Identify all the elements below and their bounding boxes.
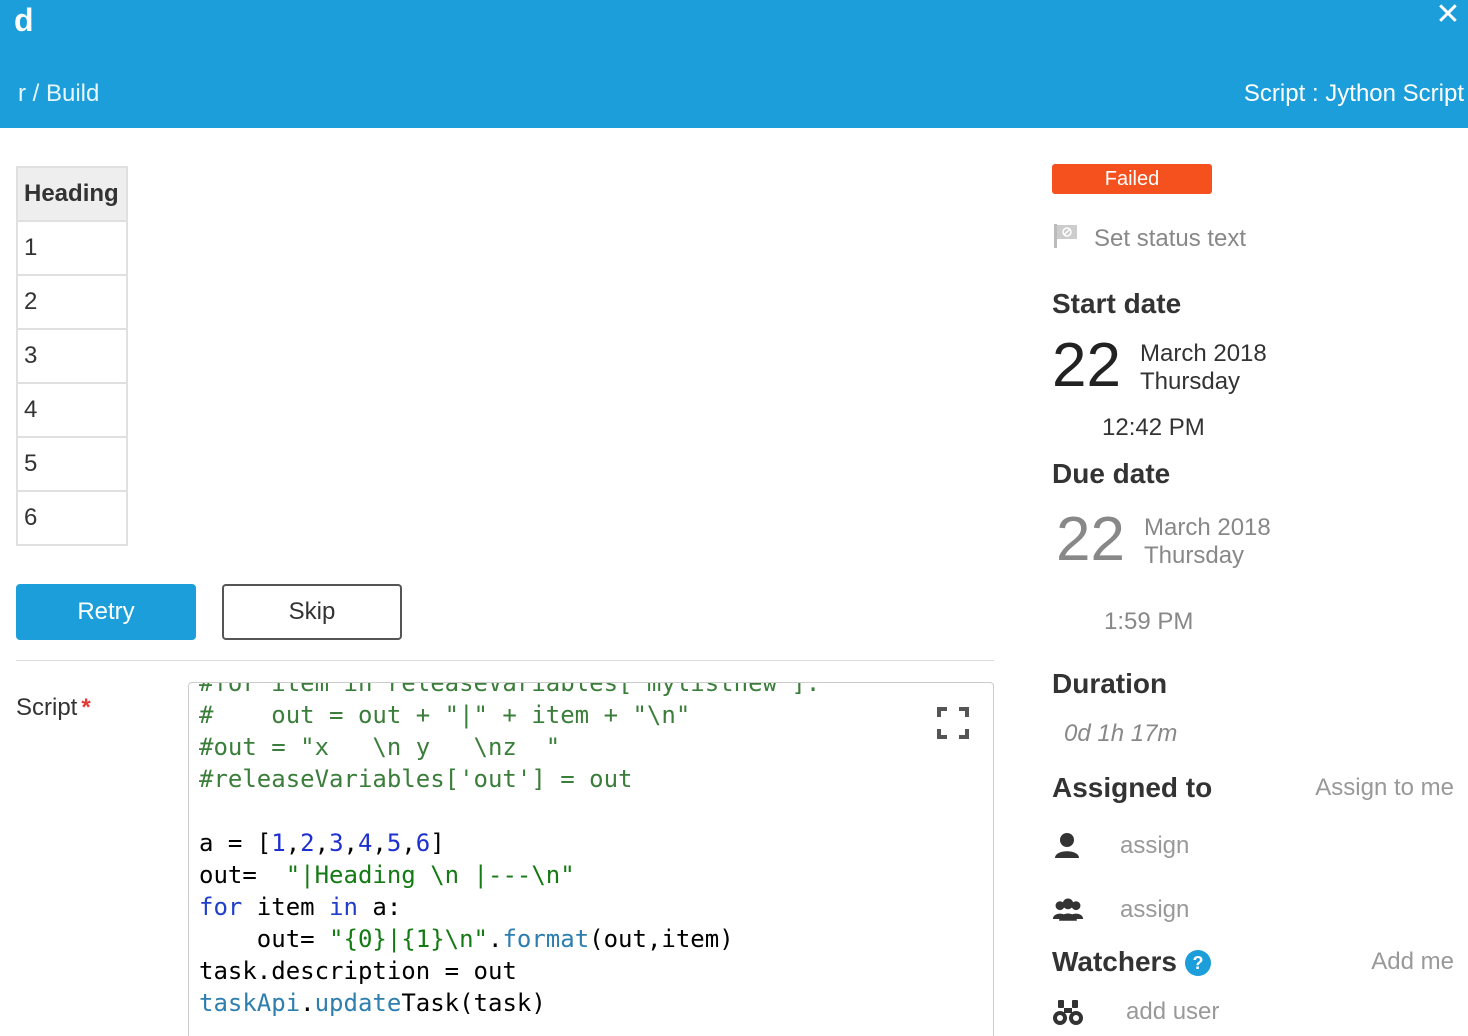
code-line: #releaseVariables['out'] = out — [199, 765, 633, 793]
retry-button[interactable]: Retry — [16, 584, 196, 640]
assign-to-me-link[interactable]: Assign to me — [1315, 774, 1454, 802]
code-line: # out = out + "|" + item + "\n" — [199, 701, 691, 729]
due-date-text[interactable]: March 2018 Thursday — [1144, 514, 1271, 570]
divider — [16, 660, 994, 661]
start-date-time[interactable]: 12:42 PM — [1102, 414, 1205, 442]
table-cell: 3 — [16, 328, 128, 384]
team-icon — [1052, 898, 1084, 921]
help-icon[interactable]: ? — [1185, 950, 1212, 976]
assigned-to-heading: Assigned to — [1052, 772, 1213, 803]
add-watcher-label: add user — [1126, 998, 1220, 1025]
status-badge: Failed — [1052, 164, 1212, 194]
script-label: Script * — [16, 694, 91, 722]
table-row: 2 — [16, 274, 128, 330]
close-icon[interactable]: ✕ — [1432, 0, 1464, 32]
user-icon — [1055, 833, 1079, 858]
code-line: taskApi.updateTask(task) — [199, 989, 546, 1017]
code-line: task.description = out — [199, 957, 517, 985]
code-line: a = [1,2,3,4,5,6] — [199, 829, 445, 857]
description-table: Heading 1 2 3 4 5 6 — [16, 166, 128, 546]
due-date-month-year: March 2018 — [1144, 514, 1271, 541]
code-line: out= "{0}|{1}\n".format(out,item) — [199, 925, 734, 953]
table-row: 6 — [16, 490, 128, 546]
assign-team-label: assign — [1120, 896, 1190, 923]
start-date-weekday: Thursday — [1140, 368, 1241, 395]
duration-heading: Duration — [1052, 668, 1168, 699]
table-row: 1 — [16, 220, 128, 276]
code-content[interactable]: #for item in releaseVariables['mylistnew… — [199, 682, 821, 1019]
fullscreen-icon[interactable] — [937, 707, 969, 739]
binoculars-icon — [1053, 1000, 1083, 1025]
table-row: 4 — [16, 382, 128, 438]
set-status-text-link[interactable]: Set status text — [1052, 222, 1246, 253]
add-me-link[interactable]: Add me — [1371, 948, 1454, 976]
table-cell: 5 — [16, 436, 128, 492]
table-cell: 2 — [16, 274, 128, 330]
table-cell: 4 — [16, 382, 128, 438]
assign-user-label: assign — [1120, 832, 1190, 859]
skip-button[interactable]: Skip — [222, 584, 402, 640]
modal-header: d ✕ r / Build Script : Jython Script — [0, 0, 1468, 128]
watchers-heading-text: Watchers — [1052, 946, 1178, 977]
table-row: 3 — [16, 328, 128, 384]
due-date-day[interactable]: 22 — [1056, 504, 1125, 575]
set-status-text-label: Set status text — [1094, 225, 1247, 252]
table-cell: 6 — [16, 490, 128, 546]
table-row: 5 — [16, 436, 128, 492]
breadcrumb[interactable]: r / Build — [18, 80, 99, 108]
start-date-heading: Start date — [1052, 288, 1182, 319]
start-date-month-year: March 2018 — [1140, 340, 1267, 367]
required-mark: * — [81, 694, 91, 721]
start-date-text[interactable]: March 2018 Thursday — [1140, 340, 1267, 396]
script-editor[interactable]: #for item in releaseVariables['mylistnew… — [188, 682, 994, 1036]
flag-icon — [1054, 224, 1077, 248]
code-line: out= "|Heading \n |---\n" — [199, 861, 575, 889]
task-type-label: Script : Jython Script — [1243, 80, 1464, 107]
table-header: Heading — [16, 166, 128, 222]
start-date-day[interactable]: 22 — [1052, 330, 1121, 401]
code-line: #out = "x \n y \nz " — [199, 733, 561, 761]
due-date-weekday: Thursday — [1144, 542, 1245, 569]
due-date-heading: Due date — [1052, 458, 1171, 489]
due-date-time[interactable]: 1:59 PM — [1104, 608, 1193, 636]
duration-value: 0d 1h 17m — [1064, 720, 1178, 747]
code-line: for item in a: — [199, 893, 402, 921]
watchers-heading: Watchers? — [1052, 946, 1212, 978]
script-label-text: Script — [16, 694, 78, 721]
task-title: d — [14, 2, 34, 38]
code-line: #for item in releaseVariables['mylistnew… — [199, 682, 821, 697]
table-cell: 1 — [16, 220, 128, 276]
